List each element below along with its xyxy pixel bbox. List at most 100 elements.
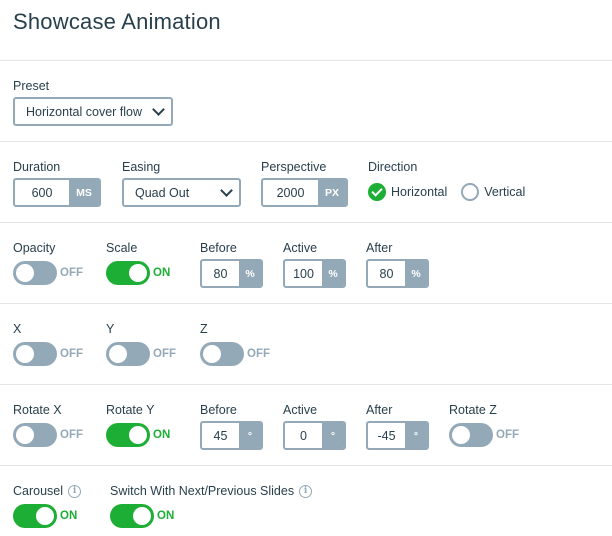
value: 80 — [379, 266, 394, 281]
duration-field: Duration 600 MS — [13, 159, 101, 207]
divider — [0, 60, 612, 61]
unit: ° — [322, 423, 344, 448]
chevron-down-icon — [220, 184, 233, 197]
rotate-before-field: Before 45 ° — [200, 402, 263, 450]
y-field: Y OFF — [106, 321, 176, 366]
switch-slides-field: Switch With Next/Previous Slides i ON — [110, 483, 313, 528]
info-icon[interactable]: i — [68, 484, 82, 498]
toggle-state: ON — [157, 510, 175, 522]
info-icon[interactable]: i — [299, 484, 313, 498]
value: 0 — [300, 428, 307, 443]
value: 100 — [293, 266, 314, 281]
value: 80 — [213, 266, 228, 281]
after-label: After — [366, 403, 393, 417]
unit: % — [239, 261, 261, 286]
z-field: Z OFF — [200, 321, 270, 366]
scale-active-input[interactable]: 100 % — [283, 259, 346, 288]
carousel-label: Carousel — [13, 484, 64, 498]
preset-field: Preset Horizontal cover flow — [13, 78, 173, 126]
rotate-y-field: Rotate Y ON — [106, 402, 170, 447]
divider — [0, 141, 612, 142]
carousel-toggle[interactable]: ON — [13, 504, 77, 528]
rotate-after-input[interactable]: -45 ° — [366, 421, 429, 450]
duration-value: 600 — [31, 185, 53, 200]
toggle-state: ON — [60, 510, 78, 522]
rotate-z-label: Rotate Z — [449, 403, 497, 417]
x-toggle[interactable]: OFF — [13, 342, 83, 366]
rotate-x-field: Rotate X OFF — [13, 402, 83, 447]
perspective-value: 2000 — [276, 185, 305, 200]
divider — [0, 303, 612, 304]
scale-field: Scale ON — [106, 240, 170, 285]
page-title: Showcase Animation — [13, 9, 221, 34]
direction-radio-horizontal[interactable]: Horizontal — [368, 183, 447, 201]
switch-slides-label: Switch With Next/Previous Slides — [110, 484, 295, 498]
scale-active-field: Active 100 % — [283, 240, 346, 288]
before-label: Before — [200, 403, 237, 417]
direction-label: Direction — [368, 160, 418, 174]
rotate-y-toggle[interactable]: ON — [106, 423, 170, 447]
preset-value: Horizontal cover flow — [26, 104, 143, 119]
radio-label: Vertical — [484, 185, 526, 199]
duration-unit: MS — [69, 180, 99, 205]
active-label: Active — [283, 403, 318, 417]
scale-after-field: After 80 % — [366, 240, 429, 288]
perspective-unit: PX — [318, 180, 346, 205]
rotate-z-toggle[interactable]: OFF — [449, 423, 519, 447]
perspective-label: Perspective — [261, 160, 327, 174]
divider — [0, 465, 612, 466]
opacity-toggle[interactable]: OFF — [13, 261, 83, 285]
chevron-down-icon — [152, 103, 165, 116]
direction-field: Direction Horizontal Vertical — [368, 159, 568, 201]
easing-label: Easing — [122, 160, 161, 174]
easing-select[interactable]: Quad Out — [122, 178, 241, 207]
switch-slides-label-row: Switch With Next/Previous Slides i — [110, 483, 313, 499]
value: -45 — [377, 428, 396, 443]
rotate-x-toggle[interactable]: OFF — [13, 423, 83, 447]
opacity-label: Opacity — [13, 241, 56, 255]
duration-label: Duration — [13, 160, 61, 174]
toggle-state: OFF — [496, 429, 519, 441]
easing-value: Quad Out — [135, 185, 190, 200]
toggle-state: OFF — [60, 429, 83, 441]
value: 45 — [213, 428, 228, 443]
radio-empty-icon — [461, 183, 480, 201]
rotate-z-field: Rotate Z OFF — [449, 402, 519, 447]
unit: ° — [239, 423, 261, 448]
rotate-after-field: After -45 ° — [366, 402, 429, 450]
check-circle-icon — [368, 183, 386, 201]
y-toggle[interactable]: OFF — [106, 342, 176, 366]
active-label: Active — [283, 241, 318, 255]
rotate-x-label: Rotate X — [13, 403, 62, 417]
opacity-field: Opacity OFF — [13, 240, 83, 285]
scale-before-field: Before 80 % — [200, 240, 263, 288]
divider — [0, 384, 612, 385]
toggle-state: OFF — [60, 348, 83, 360]
preset-select[interactable]: Horizontal cover flow — [13, 97, 173, 126]
unit: % — [322, 261, 344, 286]
perspective-field: Perspective 2000 PX — [261, 159, 348, 207]
preset-label: Preset — [13, 79, 50, 93]
duration-input[interactable]: 600 MS — [13, 178, 101, 207]
y-label: Y — [106, 322, 115, 336]
scale-toggle[interactable]: ON — [106, 261, 170, 285]
scale-label: Scale — [106, 241, 138, 255]
switch-slides-toggle[interactable]: ON — [110, 504, 174, 528]
rotate-y-label: Rotate Y — [106, 403, 155, 417]
scale-after-input[interactable]: 80 % — [366, 259, 429, 288]
direction-radio-vertical[interactable]: Vertical — [461, 183, 525, 201]
unit: % — [405, 261, 427, 286]
divider — [0, 222, 612, 223]
scale-before-input[interactable]: 80 % — [200, 259, 263, 288]
perspective-input[interactable]: 2000 PX — [261, 178, 348, 207]
toggle-state: ON — [153, 429, 171, 441]
easing-field: Easing Quad Out — [122, 159, 241, 207]
rotate-before-input[interactable]: 45 ° — [200, 421, 263, 450]
x-field: X OFF — [13, 321, 83, 366]
z-toggle[interactable]: OFF — [200, 342, 270, 366]
before-label: Before — [200, 241, 237, 255]
rotate-active-field: Active 0 ° — [283, 402, 346, 450]
toggle-state: ON — [153, 267, 171, 279]
rotate-active-input[interactable]: 0 ° — [283, 421, 346, 450]
after-label: After — [366, 241, 393, 255]
